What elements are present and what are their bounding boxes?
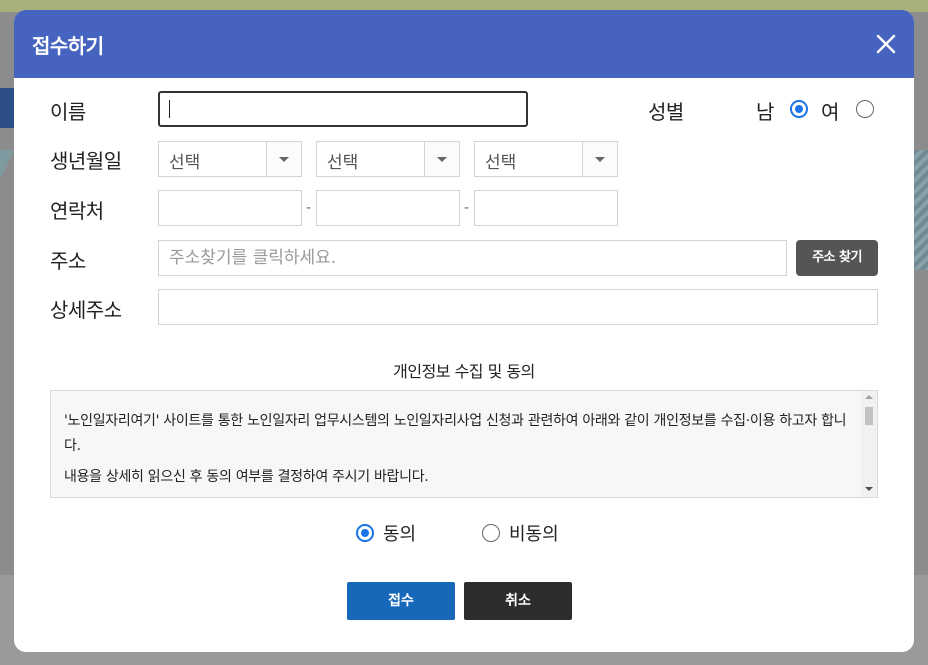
find-address-button[interactable]: 주소 찾기 — [796, 240, 878, 276]
chevron-down-icon — [279, 157, 289, 162]
phone-separator: - — [306, 200, 312, 216]
select-arrow-area — [424, 142, 459, 176]
agree-radio[interactable] — [356, 524, 374, 542]
disagree-label: 비동의 — [509, 524, 559, 545]
phone-separator: - — [464, 200, 470, 216]
gender-label: 성별 — [648, 100, 684, 124]
detail-address-input[interactable] — [158, 289, 878, 325]
submit-button[interactable]: 접수 — [347, 582, 455, 620]
disagree-radio[interactable] — [482, 524, 500, 542]
scroll-down-arrow-icon[interactable] — [865, 487, 873, 491]
gender-female-radio[interactable] — [856, 100, 874, 118]
select-value: 선택 — [485, 153, 517, 173]
privacy-paragraph: 내용을 상세히 읽으신 후 동의 여부를 결정하여 주시기 바랍니다. — [64, 469, 429, 485]
close-icon[interactable] — [874, 32, 898, 56]
modal-title: 접수하기 — [32, 34, 104, 58]
address-label: 주소 — [50, 249, 86, 273]
name-label: 이름 — [50, 100, 86, 124]
background-decoration — [914, 150, 928, 270]
address-placeholder: 주소찾기를 클릭하세요. — [169, 248, 337, 268]
text-caret — [169, 100, 170, 118]
privacy-scrollbar[interactable] — [861, 391, 877, 497]
address-input[interactable]: 주소찾기를 클릭하세요. — [158, 240, 787, 276]
privacy-terms-box[interactable]: '노인일자리여기' 사이트를 통한 노인일자리 업무시스템의 노인일자리사업 신… — [50, 390, 878, 498]
privacy-paragraph: '노인일자리여기' 사이트를 통한 노인일자리 업무시스템의 노인일자리사업 신… — [64, 413, 847, 454]
agree-label: 동의 — [383, 524, 417, 545]
select-arrow-area — [582, 142, 617, 176]
name-input[interactable] — [158, 91, 528, 127]
birth-label: 생년월일 — [50, 149, 122, 173]
modal-header: 접수하기 — [14, 10, 914, 78]
scroll-up-arrow-icon[interactable] — [865, 395, 873, 399]
detail-address-label: 상세주소 — [50, 298, 122, 322]
birth-day-select[interactable]: 선택 — [474, 141, 618, 177]
birth-year-select[interactable]: 선택 — [158, 141, 302, 177]
select-value: 선택 — [327, 153, 359, 173]
scroll-thumb[interactable] — [865, 407, 873, 425]
phone-label: 연락처 — [50, 199, 104, 223]
privacy-terms-content: '노인일자리여기' 사이트를 통한 노인일자리 업무시스템의 노인일자리사업 신… — [64, 409, 854, 496]
gender-male-radio[interactable] — [790, 100, 808, 118]
chevron-down-icon — [437, 157, 447, 162]
gender-male-label: 남 — [756, 100, 774, 124]
phone-part-1-input[interactable] — [158, 190, 302, 226]
phone-part-3-input[interactable] — [474, 190, 618, 226]
cancel-button[interactable]: 취소 — [464, 582, 572, 620]
application-modal: 접수하기 이름 성별 남 여 생년월일 선택 선택 선택 연락처 - - 주소 … — [14, 10, 914, 652]
select-value: 선택 — [169, 153, 201, 173]
gender-female-label: 여 — [821, 100, 839, 124]
background-tab — [0, 88, 14, 128]
phone-part-2-input[interactable] — [316, 190, 460, 226]
birth-month-select[interactable]: 선택 — [316, 141, 460, 177]
privacy-section-title: 개인정보 수집 및 동의 — [393, 362, 535, 381]
chevron-down-icon — [595, 157, 605, 162]
select-arrow-area — [266, 142, 301, 176]
background-decoration — [0, 150, 14, 180]
